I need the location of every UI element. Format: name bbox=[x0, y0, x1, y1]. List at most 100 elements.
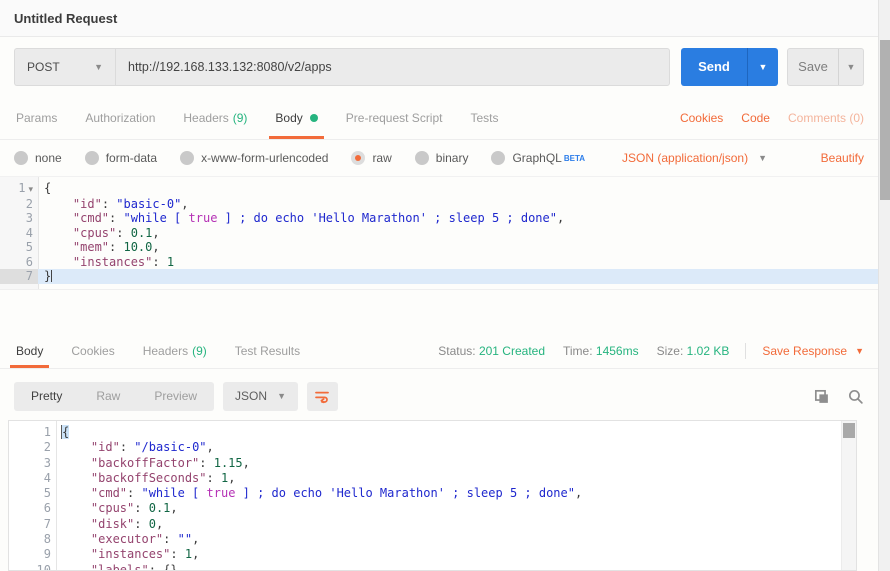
window-scrollbar-thumb[interactable] bbox=[880, 40, 890, 200]
code-text: "id": "/basic-0", bbox=[56, 440, 856, 455]
save-options-button[interactable]: ▼ bbox=[838, 49, 863, 85]
code-line[interactable]: 5 "mem": 10.0, bbox=[0, 240, 878, 255]
save-response-button[interactable]: Save Response ▼ bbox=[762, 344, 864, 358]
body-type-urlencoded[interactable]: x-www-form-urlencoded bbox=[180, 151, 328, 165]
code-line[interactable]: 1{ bbox=[9, 425, 856, 440]
code-line[interactable]: 7 "disk": 0, bbox=[9, 517, 856, 532]
send-options-button[interactable]: ▼ bbox=[747, 48, 778, 86]
response-format-select[interactable]: JSON ▼ bbox=[223, 382, 298, 411]
code-text: "labels": {} bbox=[56, 563, 856, 571]
save-button-group: Save ▼ bbox=[787, 48, 864, 86]
code-text: "instances": 1, bbox=[56, 547, 856, 562]
tab-params[interactable]: Params bbox=[14, 97, 59, 139]
url-input[interactable]: http://192.168.133.132:8080/v2/apps bbox=[115, 48, 670, 86]
radio-selected-icon bbox=[351, 151, 365, 165]
line-number: 4 bbox=[9, 471, 56, 486]
response-tab-body[interactable]: Body bbox=[14, 333, 45, 368]
chevron-down-icon: ▼ bbox=[277, 391, 286, 401]
headers-count: (9) bbox=[233, 111, 248, 125]
body-type-form-data[interactable]: form-data bbox=[85, 151, 157, 165]
view-mode-segment: Pretty Raw Preview bbox=[14, 382, 214, 411]
postman-window: Untitled Request POST ▼ http://192.168.1… bbox=[0, 0, 890, 571]
code-line[interactable]: 1▾{ bbox=[0, 181, 878, 197]
code-text: "cpus": 0.1, bbox=[38, 226, 878, 241]
view-preview-button[interactable]: Preview bbox=[137, 389, 214, 403]
line-number: 9 bbox=[9, 547, 56, 562]
response-tab-headers[interactable]: Headers(9) bbox=[141, 333, 209, 368]
response-tab-cookies[interactable]: Cookies bbox=[69, 333, 116, 368]
content-type-select[interactable]: JSON (application/json) ▼ bbox=[622, 151, 767, 165]
save-button[interactable]: Save bbox=[788, 49, 838, 85]
copy-button[interactable] bbox=[813, 388, 830, 405]
line-number: 3 bbox=[9, 456, 56, 471]
code-text: "mem": 10.0, bbox=[38, 240, 878, 255]
tab-body[interactable]: Body bbox=[273, 97, 319, 139]
line-number: 1 bbox=[9, 425, 56, 440]
code-line[interactable]: 4 "cpus": 0.1, bbox=[0, 226, 878, 241]
code-line[interactable]: 8 "executor": "", bbox=[9, 532, 856, 547]
tab-tests[interactable]: Tests bbox=[468, 97, 500, 139]
view-raw-button[interactable]: Raw bbox=[79, 389, 137, 403]
code-text: { bbox=[56, 425, 856, 440]
cookies-link[interactable]: Cookies bbox=[680, 111, 723, 125]
time-badge: Time: 1456ms bbox=[563, 344, 639, 358]
window-scrollbar[interactable] bbox=[878, 0, 890, 571]
comments-link[interactable]: Comments (0) bbox=[788, 111, 864, 125]
response-scrollbar-thumb[interactable] bbox=[843, 423, 855, 438]
code-line[interactable]: 7} bbox=[0, 269, 878, 284]
code-line[interactable]: 4 "backoffSeconds": 1, bbox=[9, 471, 856, 486]
request-title: Untitled Request bbox=[14, 11, 117, 26]
view-pretty-button[interactable]: Pretty bbox=[14, 389, 79, 403]
tab-authorization[interactable]: Authorization bbox=[83, 97, 157, 139]
code-line[interactable]: 5 "cmd": "while [ true ] ; do echo 'Hell… bbox=[9, 486, 856, 501]
fold-caret-icon[interactable]: ▾ bbox=[28, 184, 33, 194]
body-type-raw[interactable]: raw bbox=[351, 151, 391, 165]
code-text: "cmd": "while [ true ] ; do echo 'Hello … bbox=[38, 211, 878, 226]
line-number: 5 bbox=[9, 486, 56, 501]
code-line[interactable]: 6 "instances": 1 bbox=[0, 255, 878, 270]
line-number: 8 bbox=[9, 532, 56, 547]
code-line[interactable]: 3 "cmd": "while [ true ] ; do echo 'Hell… bbox=[0, 211, 878, 226]
divider bbox=[745, 343, 746, 359]
code-line[interactable]: 9 "instances": 1, bbox=[9, 547, 856, 562]
url-value: http://192.168.133.132:8080/v2/apps bbox=[128, 60, 332, 74]
code-text: } bbox=[38, 269, 878, 284]
code-line[interactable]: 10 "labels": {} bbox=[9, 563, 856, 571]
code-line[interactable]: 2 "id": "/basic-0", bbox=[9, 440, 856, 455]
code-text: { bbox=[38, 181, 878, 197]
code-line[interactable]: 2 "id": "basic-0", bbox=[0, 197, 878, 212]
body-type-none[interactable]: none bbox=[14, 151, 62, 165]
response-status-group: Status: 201 Created Time: 1456ms Size: 1… bbox=[420, 333, 864, 368]
code-text: "executor": "", bbox=[56, 532, 856, 547]
response-tab-test-results[interactable]: Test Results bbox=[233, 333, 302, 368]
chevron-down-icon: ▼ bbox=[758, 153, 767, 163]
request-body-editor[interactable]: 1▾{2 "id": "basic-0",3 "cmd": "while [ t… bbox=[0, 176, 878, 290]
radio-icon bbox=[14, 151, 28, 165]
body-type-graphql[interactable]: GraphQL BETA bbox=[491, 151, 585, 165]
search-button[interactable] bbox=[847, 388, 864, 405]
tab-headers[interactable]: Headers(9) bbox=[181, 97, 249, 139]
method-select[interactable]: POST ▼ bbox=[14, 48, 115, 86]
code-line[interactable]: 6 "cpus": 0.1, bbox=[9, 501, 856, 516]
request-tabs: Params Authorization Headers(9) Body Pre… bbox=[0, 97, 878, 140]
beta-badge: BETA bbox=[564, 154, 585, 163]
response-view-toolbar: Pretty Raw Preview JSON ▼ bbox=[0, 374, 878, 418]
radio-icon bbox=[415, 151, 429, 165]
body-type-binary[interactable]: binary bbox=[415, 151, 469, 165]
status-badge: Status: 201 Created bbox=[438, 344, 545, 358]
send-button[interactable]: Send bbox=[681, 48, 747, 86]
send-button-group: Send ▼ bbox=[681, 48, 778, 86]
request-header: Untitled Request bbox=[0, 0, 878, 37]
response-body-editor[interactable]: 1{2 "id": "/basic-0",3 "backoffFactor": … bbox=[8, 420, 857, 571]
tab-pre-request-script[interactable]: Pre-request Script bbox=[344, 97, 445, 139]
code-text: "id": "basic-0", bbox=[38, 197, 878, 212]
request-tab-links: Cookies Code Comments (0) bbox=[680, 97, 864, 139]
wrap-text-button[interactable] bbox=[307, 382, 338, 411]
response-action-icons bbox=[813, 388, 864, 405]
line-number: 3 bbox=[0, 211, 38, 226]
beautify-link[interactable]: Beautify bbox=[821, 151, 864, 165]
code-link[interactable]: Code bbox=[741, 111, 770, 125]
code-line[interactable]: 3 "backoffFactor": 1.15, bbox=[9, 456, 856, 471]
line-number: 7 bbox=[9, 517, 56, 532]
copy-icon bbox=[813, 388, 830, 405]
